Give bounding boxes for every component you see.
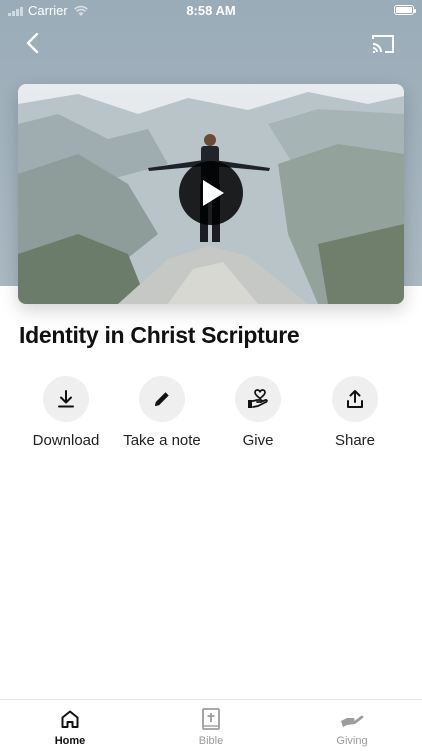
home-icon [20,706,120,732]
bible-icon [161,706,261,732]
pencil-icon [139,376,185,422]
chevron-left-icon[interactable] [20,30,46,56]
tab-bar: Home Bible Giving [0,699,422,751]
video-player[interactable] [18,84,404,304]
take-a-note-button[interactable]: Take a note [114,376,210,449]
page-title: Identity in Christ Scripture [19,322,300,348]
play-icon [203,180,224,206]
giving-icon [302,706,402,732]
tab-home[interactable]: Home [20,706,120,747]
status-bar: Carrier 8:58 AM [0,0,422,22]
give-button[interactable]: Give [210,376,306,449]
cast-icon[interactable] [370,31,396,57]
tab-giving-label: Giving [336,735,368,747]
heart-hand-icon [235,376,281,422]
play-button[interactable] [179,161,243,225]
download-label: Download [32,432,100,449]
tab-home-label: Home [54,735,86,747]
battery-icon [394,5,416,15]
give-label: Give [242,432,274,449]
download-icon [43,376,89,422]
tab-bible-label: Bible [198,735,224,747]
status-time: 8:58 AM [186,3,236,18]
share-icon [332,376,378,422]
share-button[interactable]: Share [307,376,403,449]
download-button[interactable]: Download [18,376,114,449]
action-row: Download Take a note Give Share [0,376,422,456]
take-a-note-label: Take a note [123,432,201,449]
share-label: Share [334,432,376,449]
tab-bible[interactable]: Bible [161,706,261,747]
tab-giving[interactable]: Giving [302,706,402,747]
